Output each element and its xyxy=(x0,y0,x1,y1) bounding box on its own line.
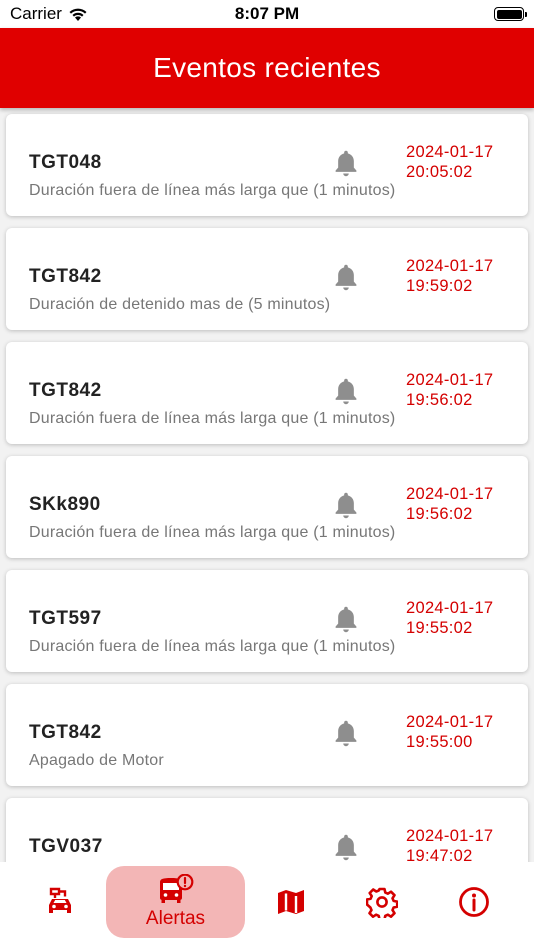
event-datetime: 2024-01-17 19:59:02 xyxy=(406,256,493,296)
event-time: 19:56:02 xyxy=(406,391,473,409)
bell-icon xyxy=(335,378,357,405)
page-title: Eventos recientes xyxy=(0,28,534,108)
event-card[interactable]: TGT048 Duración fuera de línea más larga… xyxy=(6,114,528,216)
battery-icon xyxy=(494,7,527,21)
event-date: 2024-01-17 xyxy=(406,713,494,731)
bell-icon xyxy=(335,492,357,519)
event-card[interactable]: TGT842 Duración fuera de línea más larga… xyxy=(6,342,528,444)
event-card[interactable]: TGT597 Duración fuera de línea más larga… xyxy=(6,570,528,672)
bell-icon xyxy=(335,834,357,861)
event-datetime: 2024-01-17 19:56:02 xyxy=(406,370,493,410)
event-datetime: 2024-01-17 19:55:00 xyxy=(406,712,493,752)
bell-icon xyxy=(335,720,357,747)
bell-icon xyxy=(335,264,357,291)
event-plate: TGT842 xyxy=(29,266,102,287)
status-left: Carrier xyxy=(10,4,88,24)
event-time: 20:05:02 xyxy=(406,163,473,181)
tab-settings[interactable] xyxy=(344,866,420,938)
event-datetime: 2024-01-17 19:56:02 xyxy=(406,484,493,524)
tab-vehicles[interactable] xyxy=(22,866,98,938)
map-icon xyxy=(278,890,304,914)
event-card[interactable]: TGT842 Apagado de Motor 2024-01-17 19:55… xyxy=(6,684,528,786)
event-plate: TGT048 xyxy=(29,152,102,173)
event-description: Duración fuera de línea más larga que (1… xyxy=(29,182,396,199)
event-date: 2024-01-17 xyxy=(406,827,494,845)
event-card[interactable]: TGT842 Duración de detenido mas de (5 mi… xyxy=(6,228,528,330)
event-card[interactable]: SKk890 Duración fuera de línea más larga… xyxy=(6,456,528,558)
tab-map[interactable] xyxy=(253,866,329,938)
event-datetime: 2024-01-17 20:05:02 xyxy=(406,142,493,182)
event-date: 2024-01-17 xyxy=(406,485,494,503)
event-card[interactable]: TGV037 2024-01-17 19:47:02 xyxy=(6,798,528,862)
event-time: 19:55:02 xyxy=(406,619,473,637)
event-date: 2024-01-17 xyxy=(406,599,494,617)
tab-info[interactable] xyxy=(436,866,512,938)
event-plate: SKk890 xyxy=(29,494,101,515)
carrier-label: Carrier xyxy=(10,4,62,23)
events-list[interactable]: TGT048 Duración fuera de línea más larga… xyxy=(0,108,534,862)
event-plate: TGT842 xyxy=(29,380,102,401)
gear-icon xyxy=(366,887,398,918)
bell-icon xyxy=(335,150,357,177)
event-description: Duración de detenido mas de (5 minutos) xyxy=(29,296,331,313)
event-description: Duración fuera de línea más larga que (1… xyxy=(29,524,396,541)
wifi-icon xyxy=(69,8,87,21)
car-charger-icon xyxy=(49,887,71,913)
event-datetime: 2024-01-17 19:47:02 xyxy=(406,826,493,862)
event-time: 19:47:02 xyxy=(406,847,473,862)
event-datetime: 2024-01-17 19:55:02 xyxy=(406,598,493,638)
event-plate: TGT842 xyxy=(29,722,102,743)
info-icon xyxy=(459,887,489,917)
event-description: Duración fuera de línea más larga que (1… xyxy=(29,638,396,655)
event-time: 19:56:02 xyxy=(406,505,473,523)
event-time: 19:59:02 xyxy=(406,277,473,295)
event-date: 2024-01-17 xyxy=(406,257,494,275)
event-plate: TGT597 xyxy=(29,608,102,629)
bell-icon xyxy=(335,606,357,633)
tab-bar: Alertas xyxy=(0,862,534,950)
event-description: Duración fuera de línea más larga que (1… xyxy=(29,410,396,427)
event-description: Apagado de Motor xyxy=(29,752,164,769)
bus-alert-icon xyxy=(159,874,193,903)
event-date: 2024-01-17 xyxy=(406,371,494,389)
status-bar: Carrier 8:07 PM xyxy=(0,0,534,28)
event-time: 19:55:00 xyxy=(406,733,473,751)
event-plate: TGV037 xyxy=(29,836,103,857)
tab-alertas[interactable]: Alertas xyxy=(106,866,245,938)
tab-label: Alertas xyxy=(145,908,206,929)
event-date: 2024-01-17 xyxy=(406,143,494,161)
